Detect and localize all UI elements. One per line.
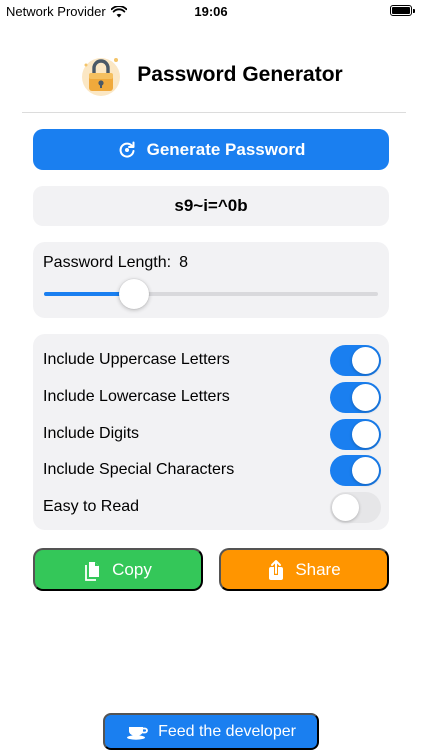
status-bar: Network Provider 19:06 [0, 0, 422, 22]
generate-password-button[interactable]: Generate Password [33, 129, 389, 170]
copy-label: Copy [112, 559, 152, 579]
share-button[interactable]: Share [219, 548, 389, 591]
uppercase-toggle[interactable] [330, 344, 381, 376]
lowercase-toggle[interactable] [330, 381, 381, 413]
option-digits-label: Include Digits [43, 425, 140, 442]
battery-icon [390, 5, 415, 16]
slider-thumb[interactable] [119, 279, 150, 309]
password-length-label-row: Password Length: 8 [43, 254, 188, 272]
coffee-cup-icon [127, 726, 148, 740]
password-value: s9~i=^0b [174, 196, 248, 215]
special-characters-toggle[interactable] [330, 454, 381, 486]
toggle-knob [352, 456, 379, 484]
options-card: Include Uppercase Letters Include Lowerc… [33, 334, 389, 530]
option-lowercase: Include Lowercase Letters [43, 380, 381, 414]
password-display[interactable]: s9~i=^0b [33, 186, 389, 226]
app-header: Password Generator [0, 50, 422, 100]
toggle-knob [352, 346, 379, 374]
document-copy-icon [85, 561, 100, 581]
page-title: Password Generator [137, 63, 343, 86]
share-label: Share [295, 559, 341, 579]
password-length-value: 8 [179, 254, 188, 271]
password-length-label: Password Length: [43, 254, 172, 271]
generate-password-label: Generate Password [146, 139, 306, 159]
toggle-knob [352, 420, 379, 448]
option-special-characters-label: Include Special Characters [43, 461, 235, 478]
lock-icon [79, 53, 123, 97]
refresh-icon [119, 141, 135, 158]
share-icon [269, 559, 284, 580]
easy-to-read-toggle[interactable] [330, 491, 381, 523]
digits-toggle[interactable] [330, 418, 381, 450]
option-digits: Include Digits [43, 417, 381, 451]
toggle-knob [332, 493, 359, 521]
option-lowercase-label: Include Lowercase Letters [43, 388, 230, 405]
option-easy-to-read-label: Easy to Read [43, 498, 140, 515]
copy-button[interactable]: Copy [33, 548, 203, 591]
option-special-characters: Include Special Characters [43, 453, 381, 487]
option-easy-to-read: Easy to Read [43, 490, 381, 524]
option-uppercase: Include Uppercase Letters [43, 343, 381, 377]
password-length-slider[interactable] [44, 279, 378, 309]
password-length-card: Password Length: 8 [33, 242, 389, 318]
header-divider [22, 112, 406, 113]
feed-developer-button[interactable]: Feed the developer [103, 713, 319, 750]
toggle-knob [352, 383, 379, 411]
battery-level [392, 7, 410, 14]
status-time: 19:06 [194, 4, 228, 19]
option-uppercase-label: Include Uppercase Letters [43, 351, 230, 368]
feed-developer-label: Feed the developer [158, 722, 296, 740]
